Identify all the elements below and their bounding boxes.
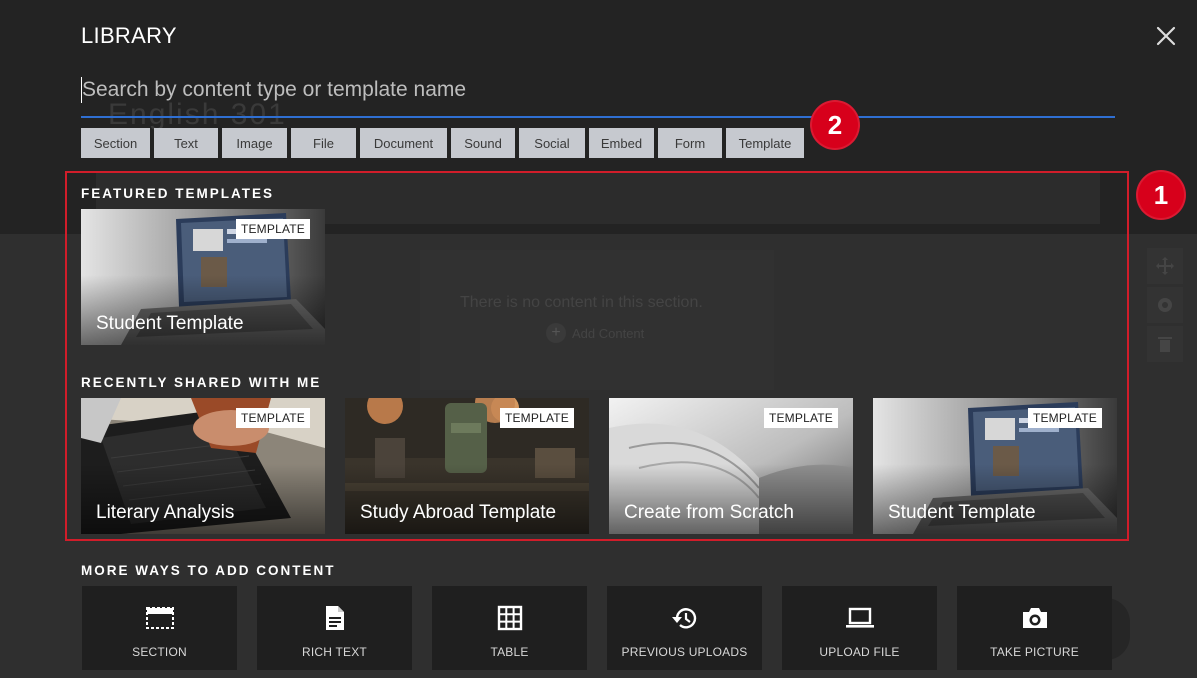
close-icon xyxy=(1156,26,1176,46)
close-button[interactable] xyxy=(1150,20,1182,52)
filter-chip-row: Section Text Image File Document Sound S… xyxy=(81,128,804,158)
recently-shared-heading: RECENTLY SHARED WITH ME xyxy=(81,375,322,390)
library-title: LIBRARY xyxy=(81,23,177,48)
tile-label: PREVIOUS UPLOADS xyxy=(621,645,748,659)
text-caret xyxy=(81,77,82,103)
section-icon xyxy=(145,603,175,633)
search-input[interactable] xyxy=(81,68,1115,112)
filter-chip-text[interactable]: Text xyxy=(154,128,218,158)
recent-card-study-abroad-template[interactable]: TEMPLATE Study Abroad Template xyxy=(345,398,589,534)
filter-chip-form[interactable]: Form xyxy=(658,128,722,158)
more-ways-tiles: SECTION RICH TEXT TABLE PREVIOUS UPLOADS… xyxy=(82,586,1112,670)
previous-uploads-tile[interactable]: PREVIOUS UPLOADS xyxy=(607,586,762,670)
tile-label: TAKE PICTURE xyxy=(990,645,1079,659)
callout-badge-1: 1 xyxy=(1136,170,1186,220)
featured-templates-heading: FEATURED TEMPLATES xyxy=(81,186,274,201)
take-picture-tile[interactable]: TAKE PICTURE xyxy=(957,586,1112,670)
template-tag: TEMPLATE xyxy=(499,408,574,428)
tile-label: UPLOAD FILE xyxy=(819,645,900,659)
more-ways-heading: MORE WAYS TO ADD CONTENT xyxy=(81,563,336,578)
recent-card-literary-analysis[interactable]: TEMPLATE Literary Analysis xyxy=(81,398,325,534)
camera-icon xyxy=(1021,603,1049,633)
template-tag: TEMPLATE xyxy=(235,219,310,239)
card-title: Student Template xyxy=(888,502,1036,523)
upload-file-tile[interactable]: UPLOAD FILE xyxy=(782,586,937,670)
filter-chip-file[interactable]: File xyxy=(291,128,356,158)
recent-card-student-template[interactable]: TEMPLATE Student Template xyxy=(873,398,1117,534)
filter-chip-image[interactable]: Image xyxy=(222,128,287,158)
library-panel: LIBRARY Section Text Image File Document… xyxy=(0,0,1197,678)
callout-badge-2: 2 xyxy=(810,100,860,150)
filter-chip-template[interactable]: Template xyxy=(726,128,804,158)
table-icon xyxy=(497,603,523,633)
document-icon xyxy=(324,603,346,633)
template-tag: TEMPLATE xyxy=(235,408,310,428)
tile-label: TABLE xyxy=(490,645,529,659)
filter-chip-sound[interactable]: Sound xyxy=(451,128,515,158)
add-table-tile[interactable]: TABLE xyxy=(432,586,587,670)
tile-label: RICH TEXT xyxy=(302,645,367,659)
template-tag: TEMPLATE xyxy=(1027,408,1102,428)
recent-card-create-from-scratch[interactable]: TEMPLATE Create from Scratch xyxy=(609,398,853,534)
card-title: Study Abroad Template xyxy=(360,502,557,523)
laptop-icon xyxy=(845,603,875,633)
featured-card-student-template[interactable]: TEMPLATE Student Template xyxy=(81,209,325,345)
card-title: Literary Analysis xyxy=(96,502,235,523)
card-title: Student Template xyxy=(96,313,244,334)
add-rich-text-tile[interactable]: RICH TEXT xyxy=(257,586,412,670)
filter-chip-section[interactable]: Section xyxy=(81,128,150,158)
search-bar xyxy=(81,68,1115,118)
tile-label: SECTION xyxy=(132,645,187,659)
history-icon xyxy=(671,603,699,633)
filter-chip-social[interactable]: Social xyxy=(519,128,585,158)
filter-chip-embed[interactable]: Embed xyxy=(589,128,654,158)
card-title: Create from Scratch xyxy=(624,502,794,523)
filter-chip-document[interactable]: Document xyxy=(360,128,447,158)
add-section-tile[interactable]: SECTION xyxy=(82,586,237,670)
template-tag: TEMPLATE xyxy=(763,408,838,428)
